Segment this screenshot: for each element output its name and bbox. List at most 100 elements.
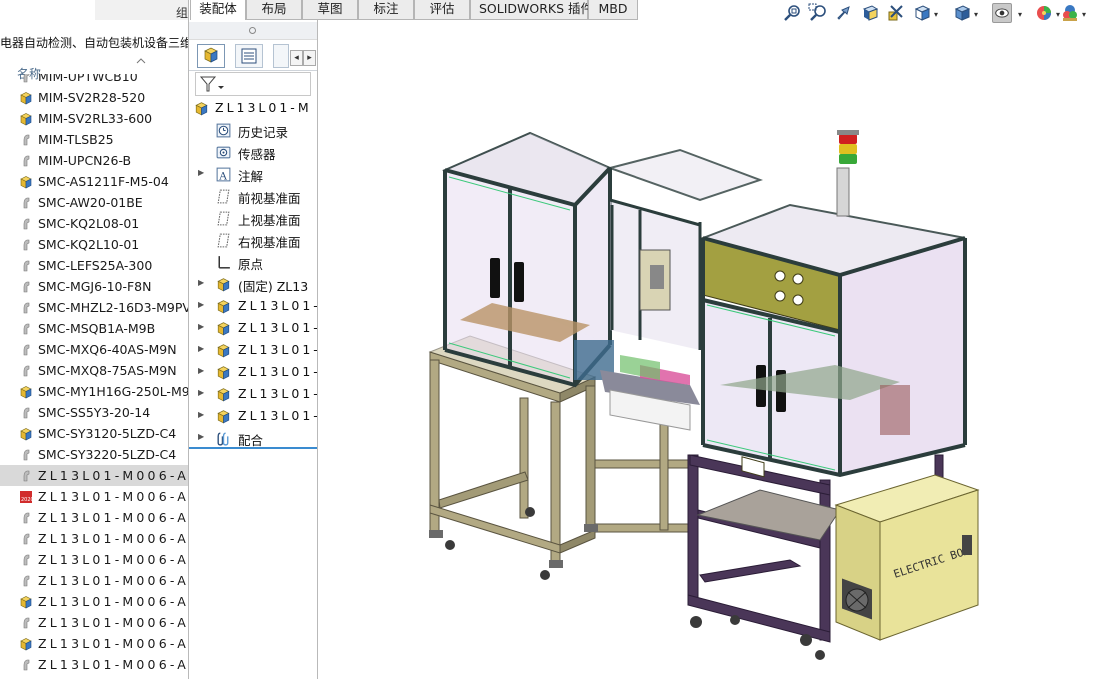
file-list-item[interactable]: MIM-TLSB25 bbox=[0, 129, 189, 150]
command-tab[interactable]: SOLIDWORKS 插件 bbox=[470, 0, 593, 20]
file-list-item[interactable]: SMC-MXQ6-40AS-M9N bbox=[0, 339, 189, 360]
file-name: ZL13L01-M006-A bbox=[38, 552, 189, 567]
panel-grip[interactable] bbox=[189, 22, 317, 40]
file-list-item[interactable]: ZL13L01-M006-A bbox=[0, 591, 189, 612]
file-list-item[interactable]: MIM-SV2RL33-600 bbox=[0, 108, 189, 129]
tree-node[interactable]: ▶ ZL13L01- bbox=[189, 295, 317, 317]
filter-icon[interactable] bbox=[198, 74, 228, 94]
file-list-item[interactable]: ZL13L01-M006-A bbox=[0, 549, 189, 570]
tab-scroll-left-icon[interactable]: ◂ bbox=[290, 50, 303, 66]
tree-rollback-bar[interactable] bbox=[189, 447, 317, 449]
file-list-item[interactable]: ZL13L01-M006-A bbox=[0, 528, 189, 549]
file-name: SMC-LEFS25A-300 bbox=[38, 258, 153, 273]
tree-node[interactable]: ▶ ZL13L01- bbox=[189, 383, 317, 405]
zoom-to-area-icon[interactable] bbox=[808, 3, 828, 23]
right-enclosure[interactable] bbox=[699, 203, 967, 478]
file-list-item[interactable]: SMC-MHZL2-16D3-M9PV bbox=[0, 297, 189, 318]
file-list-item[interactable]: SMC-MGJ6-10-F8N bbox=[0, 276, 189, 297]
display-style-icon[interactable] bbox=[952, 3, 972, 23]
tree-node[interactable]: 传感器 bbox=[189, 141, 317, 163]
part-icon bbox=[18, 237, 34, 253]
file-list-item[interactable]: SMC-MY1H16G-250L-M9N bbox=[0, 381, 189, 402]
tree-node[interactable]: ▶ ZL13L01- bbox=[189, 317, 317, 339]
left-enclosure[interactable] bbox=[441, 131, 614, 388]
command-tab[interactable]: 布局 bbox=[246, 0, 302, 20]
expand-arrow-icon[interactable]: ▶ bbox=[198, 278, 204, 287]
expand-arrow-icon[interactable]: ▶ bbox=[198, 432, 204, 441]
chevron-down-icon[interactable]: ▾ bbox=[1018, 10, 1022, 19]
graphics-area[interactable]: ELECTRIC BOX bbox=[318, 28, 1107, 679]
property-manager-tab[interactable] bbox=[235, 44, 263, 68]
file-list-item[interactable]: SMC-LEFS25A-300 bbox=[0, 255, 189, 276]
part-icon bbox=[18, 531, 34, 547]
file-list-item[interactable]: ZL13L01-M006-A bbox=[0, 507, 189, 528]
tree-node[interactable]: 前视基准面 bbox=[189, 185, 317, 207]
expand-arrow-icon[interactable]: ▶ bbox=[198, 366, 204, 375]
expand-arrow-icon[interactable]: ▶ bbox=[198, 322, 204, 331]
chevron-down-icon[interactable]: ▾ bbox=[974, 10, 978, 19]
tree-node[interactable]: ▶ ZL13L01- bbox=[189, 361, 317, 383]
sort-ascending-icon[interactable] bbox=[136, 56, 146, 66]
view-orientation-icon[interactable] bbox=[912, 3, 932, 23]
tree-node[interactable]: ▶ A 注解 bbox=[189, 163, 317, 185]
edit-appearance-icon[interactable] bbox=[1034, 3, 1054, 23]
file-list-item[interactable]: SMC-SY3220-5LZD-C4 bbox=[0, 444, 189, 465]
file-name: SMC-MY1H16G-250L-M9N bbox=[38, 384, 189, 399]
expand-arrow-icon[interactable]: ▶ bbox=[198, 344, 204, 353]
file-list-item[interactable]: SMC-AS1211F-M5-04 bbox=[0, 171, 189, 192]
apply-scene-icon[interactable] bbox=[1060, 3, 1080, 23]
expand-arrow-icon[interactable]: ▶ bbox=[198, 388, 204, 397]
file-list-item[interactable]: MIM-UPCN26-B bbox=[0, 150, 189, 171]
file-list-item[interactable]: ZL13L01-M006-A bbox=[0, 633, 189, 654]
file-list-item[interactable]: MIM-UPTWCB10 bbox=[0, 74, 189, 87]
file-list-item[interactable]: 2020 ZL13L01-M006-A bbox=[0, 486, 189, 507]
file-list-item[interactable]: ZL13L01-M006-A bbox=[0, 570, 189, 591]
tree-node-label: ZL13L01- bbox=[238, 320, 317, 335]
tree-root-assembly[interactable]: ZL13L01-M bbox=[189, 97, 317, 119]
tree-node[interactable]: ▶ 配合 bbox=[189, 427, 317, 449]
file-list-item[interactable]: ZL13L01-M006-A bbox=[0, 612, 189, 633]
explorer-address-bar[interactable] bbox=[95, 0, 189, 20]
file-list-item[interactable]: ZL13L01-M006-A bbox=[0, 654, 189, 675]
file-list-item[interactable]: SMC-MXQ8-75AS-M9N bbox=[0, 360, 189, 381]
hide-show-items-icon[interactable] bbox=[992, 3, 1012, 23]
tree-node[interactable]: ▶ (固定) ZL13 bbox=[189, 273, 317, 295]
tree-node[interactable]: 右视基准面 bbox=[189, 229, 317, 251]
configuration-manager-tab[interactable] bbox=[273, 44, 289, 68]
command-tab[interactable]: 评估 bbox=[414, 0, 470, 20]
file-list-item[interactable]: SMC-MSQB1A-M9B bbox=[0, 318, 189, 339]
tree-node[interactable]: 上视基准面 bbox=[189, 207, 317, 229]
expand-arrow-icon[interactable]: ▶ bbox=[198, 168, 204, 177]
tree-node[interactable]: 原点 bbox=[189, 251, 317, 273]
feature-manager-tab[interactable] bbox=[197, 44, 225, 68]
section-view-icon[interactable] bbox=[860, 3, 880, 23]
command-tab[interactable]: MBD bbox=[588, 0, 638, 20]
file-list-item[interactable]: SMC-SY3120-5LZD-C4 bbox=[0, 423, 189, 444]
file-list-item[interactable]: ZL13L01-M006-A bbox=[0, 465, 189, 486]
file-list-item[interactable]: SMC-AW20-01BE bbox=[0, 192, 189, 213]
zoom-to-fit-icon[interactable] bbox=[782, 3, 802, 23]
tree-node[interactable]: ▶ ZL13L01- bbox=[189, 405, 317, 427]
tab-scroll-right-icon[interactable]: ▸ bbox=[303, 50, 316, 66]
file-list-item[interactable]: SMC-SS5Y3-20-14 bbox=[0, 402, 189, 423]
subassembly-icon bbox=[215, 386, 232, 403]
expand-arrow-icon[interactable]: ▶ bbox=[198, 300, 204, 309]
group-tab[interactable]: 组 bbox=[176, 4, 188, 21]
command-tab[interactable]: 装配体 bbox=[190, 0, 246, 20]
command-tab[interactable]: 标注 bbox=[358, 0, 414, 20]
expand-arrow-icon[interactable]: ▶ bbox=[198, 410, 204, 419]
dynamic-annotation-icon[interactable] bbox=[886, 3, 906, 23]
assembly-model[interactable]: ELECTRIC BOX bbox=[318, 28, 1107, 679]
grip-handle-icon[interactable] bbox=[249, 27, 256, 34]
command-tab[interactable]: 草图 bbox=[302, 0, 358, 20]
feature-filter-field[interactable] bbox=[195, 72, 311, 96]
electric-box[interactable]: ELECTRIC BOX bbox=[834, 474, 980, 641]
file-list-item[interactable]: SMC-KQ2L10-01 bbox=[0, 234, 189, 255]
chevron-down-icon[interactable]: ▾ bbox=[1082, 10, 1086, 19]
file-list-item[interactable]: MIM-SV2R28-520 bbox=[0, 87, 189, 108]
tree-node[interactable]: ▶ ZL13L01- bbox=[189, 339, 317, 361]
file-list-item[interactable]: SMC-KQ2L08-01 bbox=[0, 213, 189, 234]
previous-view-icon[interactable] bbox=[834, 3, 854, 23]
tree-node[interactable]: 历史记录 bbox=[189, 119, 317, 141]
chevron-down-icon[interactable]: ▾ bbox=[934, 10, 938, 19]
